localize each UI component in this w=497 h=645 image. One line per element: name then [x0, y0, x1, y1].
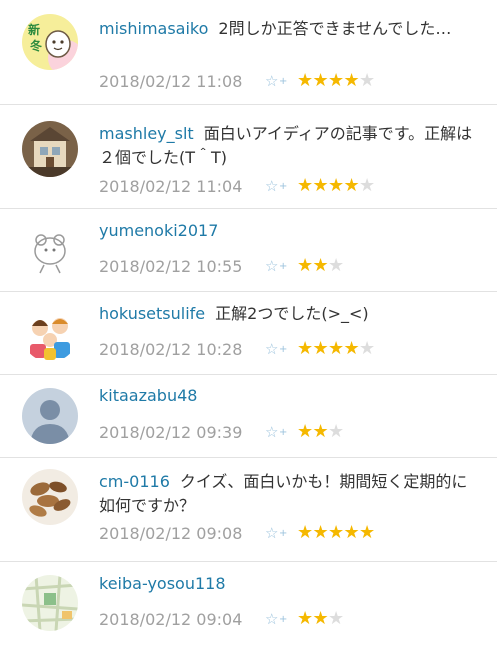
comment-text: hokusetsulife 正解2つでした(>_<): [99, 302, 479, 326]
add-star-icon[interactable]: ☆ +: [265, 524, 297, 542]
star-filled-icon: ★: [328, 175, 345, 196]
star-empty-icon: ★: [328, 255, 345, 276]
timestamp: 2018/02/12 09:39: [99, 422, 243, 442]
star-filled-icon: ★: [297, 338, 314, 359]
avatar[interactable]: [22, 121, 78, 177]
sketch-avatar-icon: [22, 223, 78, 279]
comment-item: 新 冬 mishimasaiko 2問しか正答できませんでした… 2018/02/…: [0, 0, 497, 105]
star-rating: ★ ★ ★ ★ ★: [297, 523, 375, 543]
star-filled-icon: ★: [312, 255, 329, 276]
comment-meta: 2018/02/12 09:39 ☆ + ★ ★ ★: [99, 420, 344, 444]
star-filled-icon: ★: [343, 70, 360, 91]
star-empty-icon: ★: [359, 70, 376, 91]
svg-text:新: 新: [28, 22, 40, 37]
comment-text: yumenoki2017: [99, 219, 479, 243]
star-filled-icon: ★: [297, 522, 314, 543]
comment-meta: 2018/02/12 10:28 ☆ + ★ ★ ★ ★ ★: [99, 337, 375, 361]
comment-text: mishimasaiko 2問しか正答できませんでした…: [99, 17, 479, 41]
dollhouse-avatar-icon: [22, 121, 78, 177]
star-filled-icon: ★: [328, 70, 345, 91]
star-filled-icon: ★: [312, 338, 329, 359]
star-filled-icon: ★: [343, 338, 360, 359]
star-filled-icon: ★: [359, 522, 376, 543]
comment-item: hokusetsulife 正解2つでした(>_<) 2018/02/12 10:…: [0, 292, 497, 375]
timestamp: 2018/02/12 11:04: [99, 176, 243, 196]
timestamp: 2018/02/12 09:08: [99, 523, 243, 543]
username-link[interactable]: hokusetsulife: [99, 304, 205, 323]
avatar[interactable]: [22, 388, 78, 444]
avatar[interactable]: [22, 223, 78, 279]
star-rating: ★ ★ ★ ★ ★: [297, 339, 375, 359]
star-filled-icon: ★: [312, 421, 329, 442]
add-star-icon[interactable]: ☆ +: [265, 610, 297, 628]
username-link[interactable]: kitaazabu48: [99, 386, 197, 405]
comment-item: keiba-yosou118 2018/02/12 09:04 ☆ + ★ ★ ★: [0, 562, 497, 645]
star-filled-icon: ★: [297, 608, 314, 629]
add-star-icon[interactable]: ☆ +: [265, 340, 297, 358]
avatar[interactable]: [22, 575, 78, 631]
star-filled-icon: ★: [312, 175, 329, 196]
star-filled-icon: ★: [343, 175, 360, 196]
timestamp: 2018/02/12 11:08: [99, 71, 243, 91]
illustration-avatar-icon: 新 冬: [22, 14, 78, 70]
add-star-icon[interactable]: ☆ +: [265, 177, 297, 195]
star-filled-icon: ★: [312, 608, 329, 629]
star-filled-icon: ★: [297, 175, 314, 196]
comment-meta: 2018/02/12 09:04 ☆ + ★ ★ ★: [99, 607, 344, 631]
star-filled-icon: ★: [297, 70, 314, 91]
comment-meta: 2018/02/12 10:55 ☆ + ★ ★ ★: [99, 254, 344, 278]
star-filled-icon: ★: [312, 70, 329, 91]
star-filled-icon: ★: [328, 338, 345, 359]
star-filled-icon: ★: [328, 522, 345, 543]
family-avatar-icon: [22, 306, 78, 362]
default-user-icon: [22, 388, 78, 444]
comment-item: yumenoki2017 2018/02/12 10:55 ☆ + ★ ★ ★: [0, 209, 497, 292]
map-avatar-icon: [22, 575, 78, 631]
username-link[interactable]: cm-0116: [99, 472, 170, 491]
star-rating: ★ ★ ★: [297, 256, 344, 276]
star-empty-icon: ★: [328, 421, 345, 442]
star-rating: ★ ★ ★ ★ ★: [297, 176, 375, 196]
star-filled-icon: ★: [312, 522, 329, 543]
star-filled-icon: ★: [343, 522, 360, 543]
star-empty-icon: ★: [359, 338, 376, 359]
nuts-photo-icon: [22, 469, 78, 525]
comment-meta: 2018/02/12 11:04 ☆ + ★ ★ ★ ★ ★: [99, 174, 375, 198]
username-link[interactable]: yumenoki2017: [99, 221, 218, 240]
avatar[interactable]: 新 冬: [22, 14, 78, 70]
username-link[interactable]: mashley_slt: [99, 124, 194, 143]
comment-body: 2問しか正答できませんでした…: [218, 19, 452, 38]
timestamp: 2018/02/12 10:55: [99, 256, 243, 276]
star-filled-icon: ★: [297, 255, 314, 276]
star-rating: ★ ★ ★: [297, 422, 344, 442]
comment-text: mashley_slt 面白いアイディアの記事です。正解は２個でした(T＾T): [99, 122, 479, 170]
timestamp: 2018/02/12 10:28: [99, 339, 243, 359]
add-star-icon[interactable]: ☆ +: [265, 257, 297, 275]
add-star-icon[interactable]: ☆ +: [265, 423, 297, 441]
username-link[interactable]: keiba-yosou118: [99, 574, 226, 593]
comment-body: 正解2つでした(>_<): [215, 304, 369, 323]
username-link[interactable]: mishimasaiko: [99, 19, 208, 38]
star-rating: ★ ★ ★: [297, 609, 344, 629]
timestamp: 2018/02/12 09:04: [99, 609, 243, 629]
svg-text:冬: 冬: [30, 38, 42, 53]
comment-meta: 2018/02/12 09:08 ☆ + ★ ★ ★ ★ ★: [99, 521, 375, 545]
comment-item: mashley_slt 面白いアイディアの記事です。正解は２個でした(T＾T) 2…: [0, 105, 497, 209]
star-rating: ★ ★ ★ ★ ★: [297, 71, 375, 91]
star-empty-icon: ★: [328, 608, 345, 629]
add-star-icon[interactable]: ☆ +: [265, 72, 297, 90]
avatar[interactable]: [22, 306, 78, 362]
comment-text: cm-0116 クイズ、面白いかも！期間短く定期的に如何ですか？: [99, 470, 479, 518]
comment-text: keiba-yosou118: [99, 572, 479, 596]
comment-meta: 2018/02/12 11:08 ☆ + ★ ★ ★ ★ ★: [99, 69, 375, 93]
comment-item: kitaazabu48 2018/02/12 09:39 ☆ + ★ ★ ★: [0, 375, 497, 458]
comment-text: kitaazabu48: [99, 384, 479, 408]
comment-item: cm-0116 クイズ、面白いかも！期間短く定期的に如何ですか？ 2018/02/…: [0, 458, 497, 562]
star-empty-icon: ★: [359, 175, 376, 196]
comment-list: 新 冬 mishimasaiko 2問しか正答できませんでした… 2018/02/…: [0, 0, 497, 640]
avatar[interactable]: [22, 469, 78, 525]
star-filled-icon: ★: [297, 421, 314, 442]
